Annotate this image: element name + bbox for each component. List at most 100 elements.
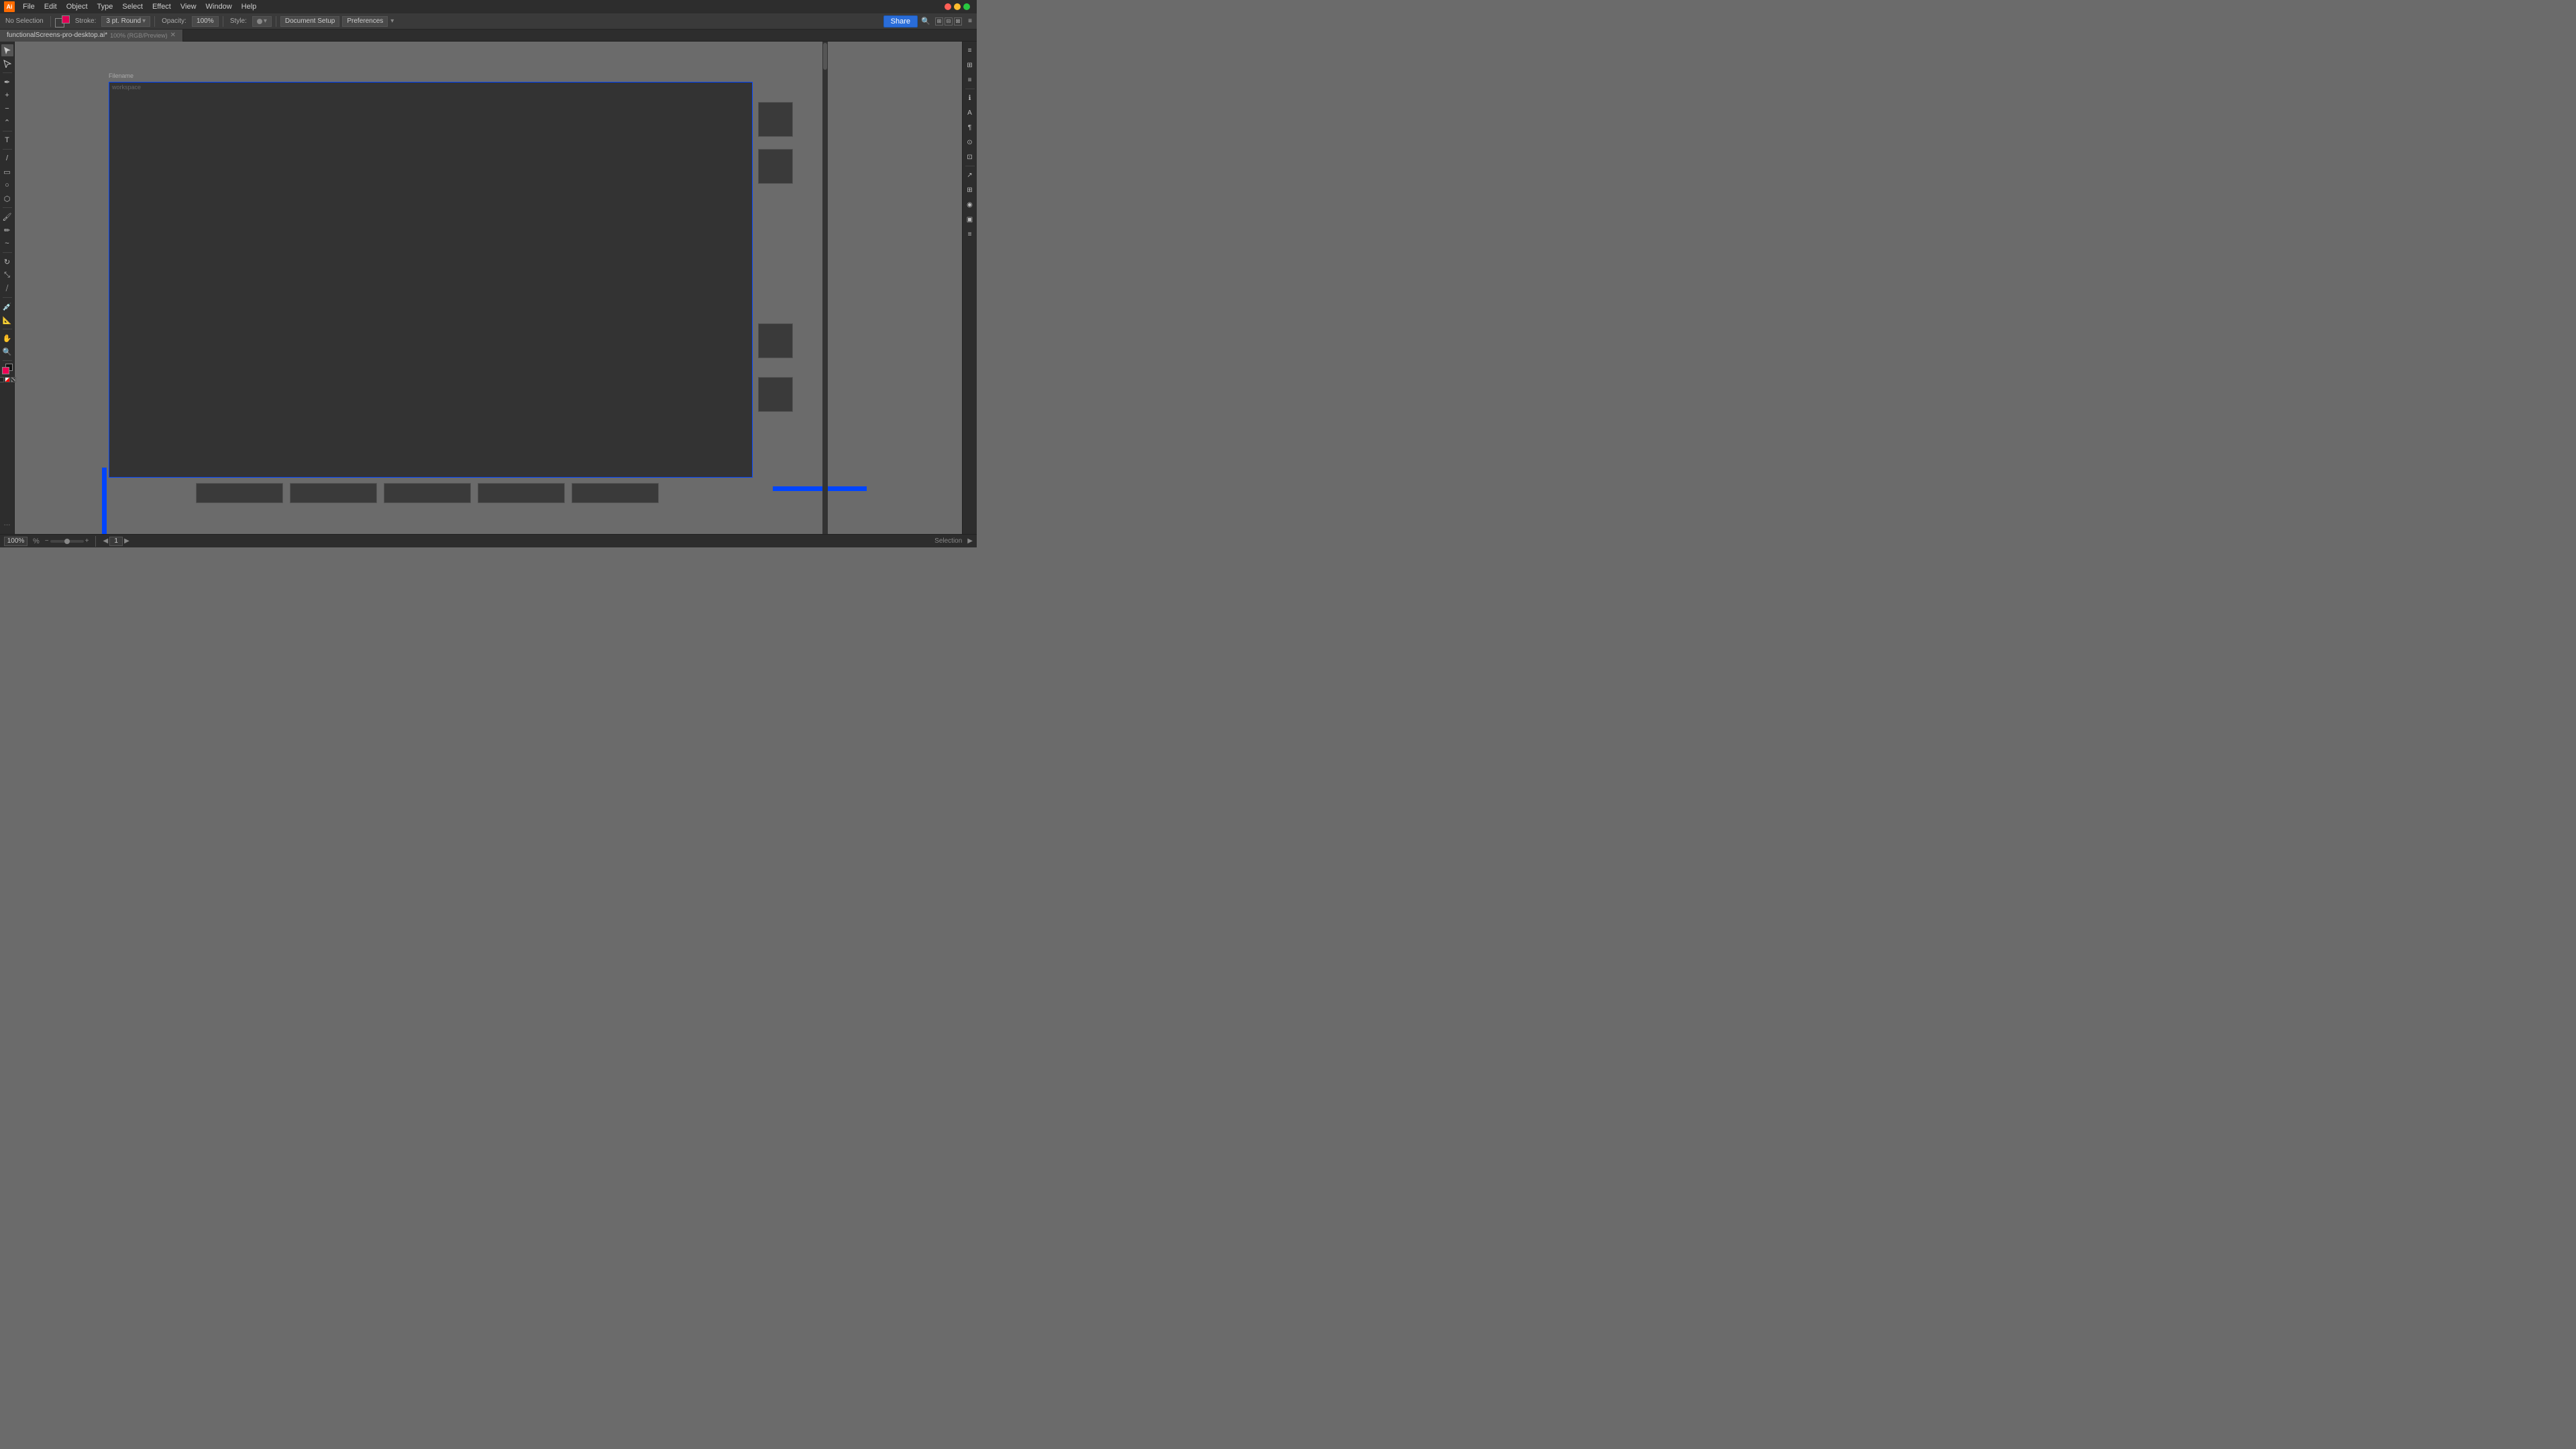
- color-swatch[interactable]: [2, 364, 13, 374]
- stroke-fill-indicator[interactable]: [55, 15, 70, 28]
- style-dot-icon: [257, 19, 262, 24]
- pencil-tool-btn[interactable]: ✏: [1, 224, 13, 236]
- ellipse-tool-btn[interactable]: ○: [1, 179, 13, 191]
- tool-sep-6: [3, 297, 12, 298]
- menu-type[interactable]: Type: [93, 2, 117, 11]
- menu-effect[interactable]: Effect: [148, 2, 175, 11]
- view-toggle-1-btn[interactable]: ⊞: [935, 17, 943, 25]
- right-icon-panel: ≡ ⊞ ≡ ℹ A ¶ ⊙ ⊡ ↗ ⊞ ◉ ▣ ≡: [962, 42, 977, 534]
- brush-tool-btn[interactable]: 🖌: [1, 211, 13, 223]
- right-info-btn[interactable]: ℹ: [964, 92, 976, 104]
- zoom-tool-btn[interactable]: 🔍: [1, 345, 13, 358]
- right-artboards-btn[interactable]: ⊞: [964, 59, 976, 71]
- menu-help[interactable]: Help: [237, 2, 261, 11]
- right-layers-btn[interactable]: ≡: [964, 74, 976, 86]
- anchor-convert-tool-btn[interactable]: ⌃: [1, 116, 13, 128]
- menu-file[interactable]: File: [19, 2, 39, 11]
- navigate-prev-btn[interactable]: ◀: [103, 537, 108, 545]
- side-panel-box-4: [758, 377, 793, 412]
- rotate-tool-btn[interactable]: ↻: [1, 256, 13, 268]
- right-align-btn[interactable]: ⊞: [964, 184, 976, 196]
- hand-tool-btn[interactable]: ✋: [1, 332, 13, 344]
- share-btn[interactable]: Share: [883, 15, 918, 28]
- vertical-scrollbar[interactable]: [822, 42, 828, 534]
- right-gradient-btn[interactable]: ▣: [964, 213, 976, 225]
- gradient-mode-btn[interactable]: [5, 377, 10, 382]
- view-toggle-3-btn[interactable]: ⊠: [954, 17, 962, 25]
- artboard-container: Filename workspace: [109, 82, 813, 484]
- direct-selection-tool-btn[interactable]: [1, 58, 13, 70]
- status-bar: % − + ◀ ▶ Selection ▶: [0, 534, 977, 547]
- tab-mode: 100% (RGB/Preview): [110, 32, 168, 39]
- right-properties-btn[interactable]: ≡: [964, 44, 976, 56]
- normal-mode-btn[interactable]: [0, 377, 4, 382]
- stroke-indicator: [62, 15, 70, 23]
- polygon-tool-btn[interactable]: ⬡: [1, 193, 13, 205]
- bottom-tab-4[interactable]: [478, 483, 565, 503]
- menu-select[interactable]: Select: [118, 2, 147, 11]
- right-pathfinder-btn[interactable]: ⊡: [964, 151, 976, 163]
- line-tool-btn[interactable]: /: [1, 152, 13, 164]
- zoom-slider[interactable]: [50, 540, 84, 543]
- status-navigator-btn[interactable]: ▶: [967, 537, 973, 545]
- window-close-btn[interactable]: [945, 3, 951, 10]
- workspace-label: workspace: [112, 84, 141, 91]
- left-toolbar: ✒ + − ⌃ T / ▭ ○ ⬡ 🖌 ✏ ~ ↻ ⤡ ⧸ 💉 📐 ✋ 🔍 ··…: [0, 42, 15, 534]
- menu-object[interactable]: Object: [62, 2, 92, 11]
- opacity-input[interactable]: [192, 16, 219, 27]
- more-tools-btn[interactable]: ···: [4, 521, 11, 529]
- window-minimize-btn[interactable]: [954, 3, 961, 10]
- eyedropper-tool-btn[interactable]: 💉: [1, 301, 13, 313]
- zoom-in-btn[interactable]: +: [85, 537, 89, 545]
- none-mode-btn[interactable]: [11, 377, 16, 382]
- tool-sep-5: [3, 252, 12, 253]
- bottom-tab-2[interactable]: [290, 483, 377, 503]
- right-transform-btn[interactable]: ⊙: [964, 136, 976, 148]
- menu-window[interactable]: Window: [202, 2, 236, 11]
- shear-tool-btn[interactable]: ⧸: [1, 282, 13, 294]
- zoom-slider-thumb[interactable]: [64, 539, 70, 544]
- navigate-next-btn[interactable]: ▶: [124, 537, 129, 545]
- artboard-label: Filename: [109, 72, 133, 79]
- document-tab[interactable]: functionalScreens-pro-desktop.ai* 100% (…: [0, 30, 183, 42]
- toolbar-sep-2: [154, 16, 155, 27]
- search-btn[interactable]: 🔍: [920, 16, 931, 27]
- add-anchor-tool-btn[interactable]: +: [1, 89, 13, 101]
- document-setup-btn[interactable]: Document Setup: [280, 16, 340, 27]
- smooth-tool-btn[interactable]: ~: [1, 237, 13, 250]
- menu-bar: Ai File Edit Object Type Select Effect V…: [0, 0, 977, 13]
- scale-tool-btn[interactable]: ⤡: [1, 269, 13, 281]
- right-char-btn[interactable]: A: [964, 107, 976, 119]
- stroke-value-btn[interactable]: 3 pt. Round ▾: [101, 16, 150, 27]
- remove-anchor-tool-btn[interactable]: −: [1, 103, 13, 115]
- preferences-btn[interactable]: Preferences: [342, 16, 388, 27]
- panel-toggle-btn[interactable]: ≡: [966, 17, 974, 25]
- right-para-btn[interactable]: ¶: [964, 121, 976, 133]
- bottom-tab-1[interactable]: [196, 483, 283, 503]
- menu-view[interactable]: View: [176, 2, 201, 11]
- selection-tool-btn[interactable]: [1, 44, 13, 56]
- tab-close-btn[interactable]: ✕: [170, 32, 176, 39]
- pen-tool-btn[interactable]: ✒: [1, 76, 13, 88]
- right-export-btn[interactable]: ↗: [964, 169, 976, 181]
- style-btn[interactable]: ▾: [252, 16, 272, 27]
- type-tool-btn[interactable]: T: [1, 134, 13, 146]
- bottom-tab-5[interactable]: [572, 483, 659, 503]
- artboard[interactable]: workspace: [109, 82, 753, 478]
- tool-sep-1: [3, 72, 12, 73]
- background-color[interactable]: [2, 367, 9, 374]
- right-color-btn[interactable]: ◉: [964, 199, 976, 211]
- toolbar: No Selection Stroke: 3 pt. Round ▾ Opaci…: [0, 13, 977, 30]
- right-stroke-btn[interactable]: ≡: [964, 228, 976, 240]
- page-input[interactable]: [109, 537, 123, 546]
- measure-tool-btn[interactable]: 📐: [1, 314, 13, 326]
- menu-edit[interactable]: Edit: [40, 2, 61, 11]
- view-toggle-2-btn[interactable]: ⊟: [945, 17, 953, 25]
- window-maximize-btn[interactable]: [963, 3, 970, 10]
- tool-sep-4: [3, 207, 12, 208]
- rect-tool-btn[interactable]: ▭: [1, 166, 13, 178]
- vertical-scroll-thumb[interactable]: [823, 43, 827, 70]
- bottom-tab-3[interactable]: [384, 483, 471, 503]
- zoom-out-btn[interactable]: −: [45, 537, 49, 545]
- zoom-input[interactable]: [4, 537, 28, 546]
